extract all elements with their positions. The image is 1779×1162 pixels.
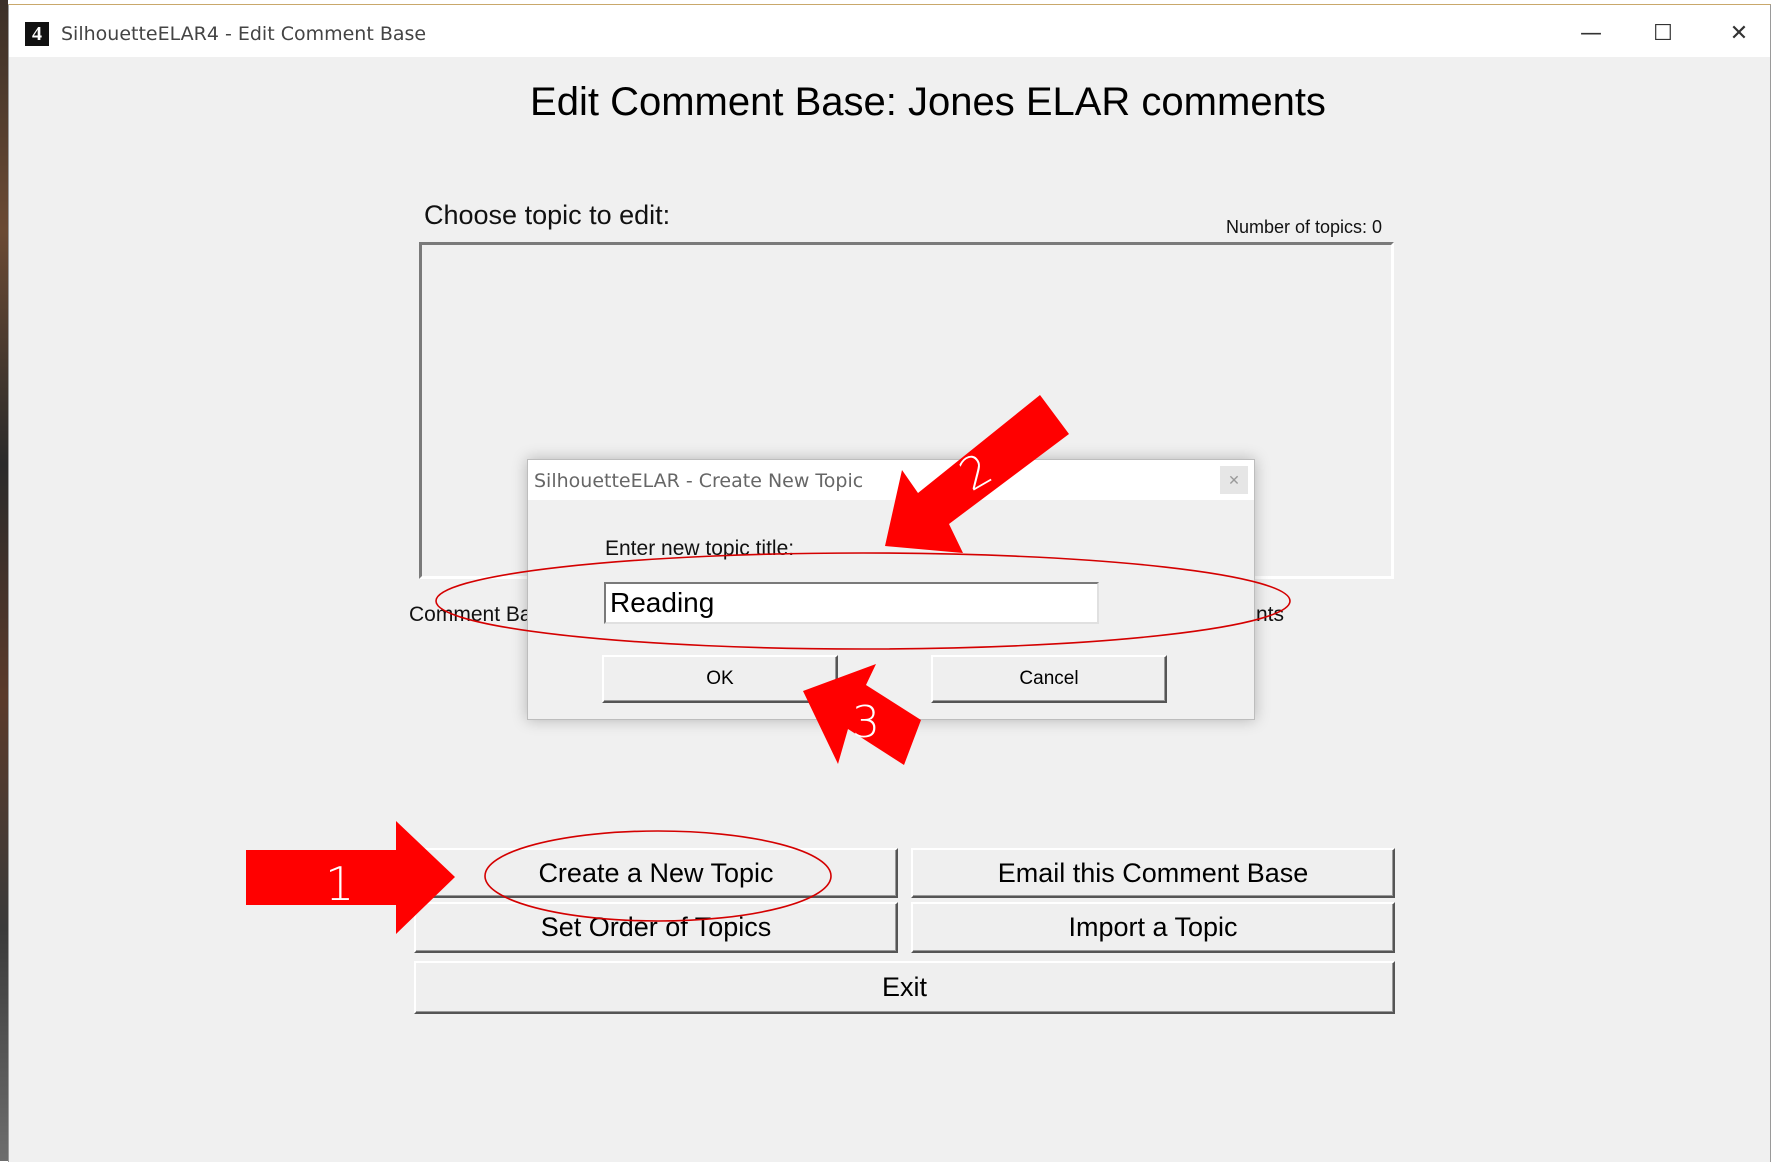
app-icon: 4	[25, 22, 49, 46]
page-title: Edit Comment Base: Jones ELAR comments	[530, 80, 1326, 124]
window-title: SilhouetteELAR4 - Edit Comment Base	[61, 23, 427, 45]
exit-button[interactable]: Exit	[414, 961, 1395, 1014]
desktop-background-strip	[0, 0, 8, 1161]
maximize-icon[interactable]: ☐	[1643, 19, 1683, 49]
comment-base-label-left: Comment Ba	[409, 603, 532, 626]
dialog-close-icon[interactable]: ✕	[1220, 466, 1248, 494]
dialog-title: SilhouetteELAR - Create New Topic	[534, 470, 864, 492]
set-order-button[interactable]: Set Order of Topics	[414, 902, 898, 953]
import-topic-button[interactable]: Import a Topic	[911, 902, 1395, 953]
dialog-titlebar: SilhouetteELAR - Create New Topic ✕	[528, 460, 1254, 500]
create-topic-button[interactable]: Create a New Topic	[414, 848, 898, 898]
minimize-icon[interactable]: —	[1571, 19, 1611, 49]
step-3-number: 3	[852, 697, 880, 748]
comment-base-label-right: nts	[1256, 603, 1285, 626]
ok-button[interactable]: OK	[602, 655, 838, 703]
window-titlebar: 4 SilhouetteELAR4 - Edit Comment Base — …	[9, 5, 1770, 57]
cancel-button[interactable]: Cancel	[931, 655, 1167, 703]
topic-title-input[interactable]	[604, 582, 1099, 624]
topic-count-label: Number of topics: 0	[1226, 217, 1383, 237]
create-topic-dialog: SilhouetteELAR - Create New Topic ✕ Ente…	[527, 459, 1255, 720]
email-comment-base-button[interactable]: Email this Comment Base	[911, 848, 1395, 898]
choose-topic-label: Choose topic to edit:	[424, 200, 671, 230]
close-icon[interactable]: ✕	[1719, 19, 1759, 49]
topic-title-label: Enter new topic title:	[605, 537, 795, 560]
step-1-number: 1	[325, 857, 355, 911]
